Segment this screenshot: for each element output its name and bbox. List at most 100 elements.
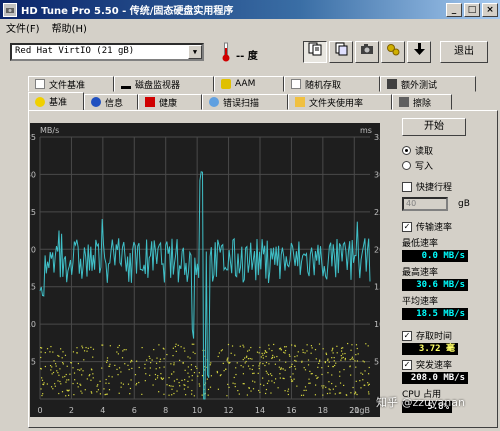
burst-rate-checkbox[interactable]: ✓ 突发速率 [402,358,492,371]
access-time-point [54,383,56,385]
access-time-point [60,383,62,385]
access-time-point [87,347,89,349]
y-tick-label-left: 25 [30,208,36,217]
access-time-point [199,385,201,387]
tab-label: AAM [235,79,256,89]
tab-error-scan[interactable]: 错误扫描 [202,94,288,110]
access-time-point [325,352,327,354]
access-time-point [183,384,185,386]
access-time-point [160,378,163,380]
access-time-point [339,382,342,384]
access-time-point [250,346,252,349]
access-time-point [136,360,138,362]
access-time-point [222,362,224,364]
access-time-checkbox[interactable]: ✓ 存取时间 [402,329,492,342]
access-time-point [120,386,122,388]
tab-random-access[interactable]: 随机存取 [284,76,380,92]
access-time-point [279,368,282,370]
access-time-point [350,374,352,376]
access-time-point [129,387,132,390]
transfer-rate-checkbox[interactable]: ✓ 传输速率 [402,220,492,233]
access-time-point [125,349,127,351]
short-stroke-spinner[interactable]: 40 gB [402,197,492,211]
options-button[interactable] [381,41,405,63]
access-time-point [325,386,327,388]
exit-button[interactable]: 退出 [440,41,488,63]
tab-health[interactable]: 健康 [138,94,202,110]
tab-erase[interactable]: 擦除 [392,94,452,110]
access-time-value: 3.72 毫 [402,343,458,355]
access-time-point [106,357,109,359]
access-time-point [342,356,344,359]
access-time-point [49,365,52,367]
access-time-point [344,352,346,355]
access-time-point [57,380,59,382]
drive-select-value: Red Hat VirtIO (21 gB) [15,46,135,56]
access-time-point [318,343,321,345]
access-time-point [271,349,273,352]
access-time-point [83,359,85,361]
access-time-point [336,345,338,347]
short-stroke-value[interactable]: 40 [402,197,448,211]
access-time-point [131,367,133,370]
avg-rate-value: 18.5 MB/s [402,308,468,320]
access-time-point [58,392,60,395]
save-button[interactable] [407,41,431,63]
short-stroke-unit: gB [458,199,470,209]
access-time-point [350,349,352,351]
access-time-point [227,383,229,386]
tab-label: 文件基准 [49,80,86,91]
access-time-point [129,361,132,363]
access-time-point [343,384,345,387]
copy-all-button[interactable] [329,41,353,63]
tab-extra-tests[interactable]: 额外测试 [380,76,476,92]
drive-select[interactable]: Red Hat VirtIO (21 gB) ▼ [10,43,204,61]
tab-folder-usage[interactable]: 文件夹使用率 [288,94,392,110]
access-time-point [284,352,286,354]
tab-benchmark[interactable]: 基准 [28,92,84,110]
access-time-point [173,380,176,382]
screenshot-button[interactable] [355,41,379,63]
access-time-point [66,379,68,381]
close-button[interactable]: × [482,2,498,17]
write-radio[interactable]: 写入 [402,159,492,172]
access-time-point [122,350,124,352]
menu-file[interactable]: 文件(F) [0,20,46,35]
access-time-point [267,373,270,376]
start-button[interactable]: 开始 [402,118,466,136]
access-time-point [108,389,111,391]
y-axis-label-left: MB/s [40,126,59,135]
access-time-point [294,356,296,358]
access-time-point [226,395,228,397]
access-time-point [268,363,270,365]
tab-disk-monitor[interactable]: 磁盘监视器 [114,76,214,92]
menu-help[interactable]: 帮助(H) [46,20,93,35]
tab-aam[interactable]: AAM [214,76,284,92]
access-time-point [287,393,289,396]
x-tick-label: 8 [163,406,168,415]
access-time-point [210,375,213,377]
copy-text-button[interactable] [303,41,327,63]
access-time-point [335,362,337,364]
maximize-button[interactable]: □ [464,2,480,17]
access-time-point [234,354,236,356]
access-time-point [121,357,124,359]
short-stroke-checkbox[interactable]: 快捷行程 [402,180,492,193]
access-time-point [268,380,270,382]
access-time-point [257,372,259,374]
access-time-point [234,383,236,385]
access-time-point [302,349,304,351]
read-radio[interactable]: 读取 [402,144,492,157]
access-time-point [226,358,228,360]
access-time-point [356,393,358,396]
tab-info[interactable]: 信息 [84,94,138,110]
access-time-point [258,367,260,370]
access-time-point [59,380,61,383]
access-time-point [58,355,60,357]
chevron-down-icon[interactable]: ▼ [188,45,202,59]
access-time-point [92,373,94,375]
tab-file-benchmark[interactable]: 文件基准 [28,76,114,92]
access-time-point [117,346,119,349]
minimize-button[interactable]: _ [446,2,462,17]
access-time-point [44,352,46,354]
